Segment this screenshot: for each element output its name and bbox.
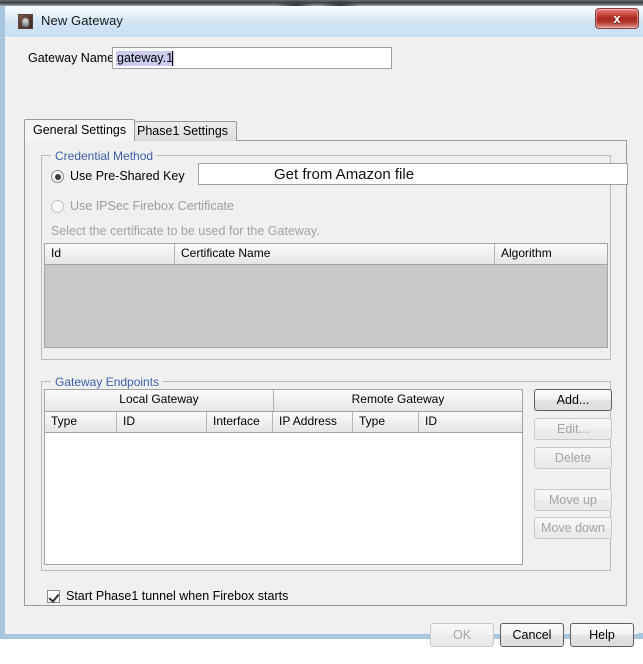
delete-endpoint-button-label: Delete [554,451,592,465]
edit-endpoint-button[interactable]: Edit... [534,418,612,440]
add-endpoint-button[interactable]: Add... [534,389,612,411]
tab-general-settings[interactable]: General Settings [24,119,136,141]
cancel-button-label: Cancel [512,628,552,642]
radio-use-pre-shared-key[interactable] [51,170,64,183]
gateway-name-value: gateway.1 [116,51,175,66]
column-header-id[interactable]: Id [45,244,175,264]
tab-strip: General Settings Phase1 Settings [24,119,624,141]
move-up-button-label: Move up [549,493,597,507]
start-phase1-label: Start Phase1 tunnel when Firebox starts [66,589,289,603]
gateway-name-input[interactable]: gateway.1 [112,47,392,69]
credential-method-title: Credential Method [51,149,158,163]
endpoints-column-header-row: Type ID Interface IP Address Type ID [45,412,522,433]
edit-endpoint-button-label: Edit... [557,422,589,436]
move-down-button[interactable]: Move down [534,517,612,539]
close-button[interactable]: x [595,8,639,29]
gateway-endpoints-title: Gateway Endpoints [51,375,164,389]
column-header-remote-id[interactable]: ID [419,412,522,432]
tab-phase1-settings[interactable]: Phase1 Settings [128,121,238,141]
tab-panel-general-settings: Credential Method Use Pre-Shared Key Get… [24,140,628,606]
column-header-interface[interactable]: Interface [207,412,273,432]
column-header-algorithm[interactable]: Algorithm [495,244,607,264]
move-down-button-label: Move down [541,521,605,535]
column-header-remote-type[interactable]: Type [353,412,419,432]
column-header-ip-address[interactable]: IP Address [273,412,353,432]
radio-label-ipsec-certificate: Use IPSec Firebox Certificate [70,199,234,213]
certificate-table-header: Id Certificate Name Algorithm [45,244,607,265]
new-gateway-dialog: New Gateway x Gateway Name: gateway.1 Ge… [0,6,643,647]
certificate-hint-text: Select the certificate to be used for th… [51,224,320,238]
gateway-name-label: Gateway Name: [28,51,118,65]
text-caret [172,51,173,66]
delete-endpoint-button[interactable]: Delete [534,447,612,469]
gateway-endpoints-table-body [45,433,522,564]
column-header-local-id[interactable]: ID [117,412,207,432]
help-button-label: Help [589,628,615,642]
gateway-name-row: Gateway Name: gateway.1 [22,47,632,69]
radio-label-pre-shared-key: Use Pre-Shared Key [70,169,185,183]
title-bar[interactable]: New Gateway x [5,6,643,38]
close-icon: x [613,11,621,26]
desktop-background: New Gateway x Gateway Name: gateway.1 Ge… [0,0,643,647]
ok-button[interactable]: OK [430,623,494,647]
pre-shared-key-input[interactable]: Get from Amazon file [198,163,628,185]
endpoints-group-header-row: Local Gateway Remote Gateway [45,390,522,412]
dialog-button-bar: OK Cancel Help [10,606,643,664]
ok-button-label: OK [452,628,472,642]
start-phase1-checkbox[interactable] [47,590,60,603]
group-header-remote-gateway[interactable]: Remote Gateway [274,390,522,411]
window-title: New Gateway [41,13,124,28]
help-button[interactable]: Help [570,623,634,647]
move-up-button[interactable]: Move up [534,489,612,511]
group-header-local-gateway[interactable]: Local Gateway [45,390,274,411]
radio-use-ipsec-firebox-certificate[interactable] [51,200,64,213]
pre-shared-key-value: Get from Amazon file [274,166,415,183]
column-header-certificate-name[interactable]: Certificate Name [175,244,495,264]
certificate-table: Id Certificate Name Algorithm [44,243,608,348]
add-endpoint-button-label: Add... [556,393,590,407]
column-header-local-type[interactable]: Type [45,412,117,432]
dialog-client-area: Gateway Name: gateway.1 General Settings… [10,37,643,647]
app-icon [18,14,33,29]
cancel-button[interactable]: Cancel [500,623,564,647]
certificate-table-body [45,265,607,347]
gateway-endpoints-table: Local Gateway Remote Gateway Type ID Int… [44,389,523,565]
